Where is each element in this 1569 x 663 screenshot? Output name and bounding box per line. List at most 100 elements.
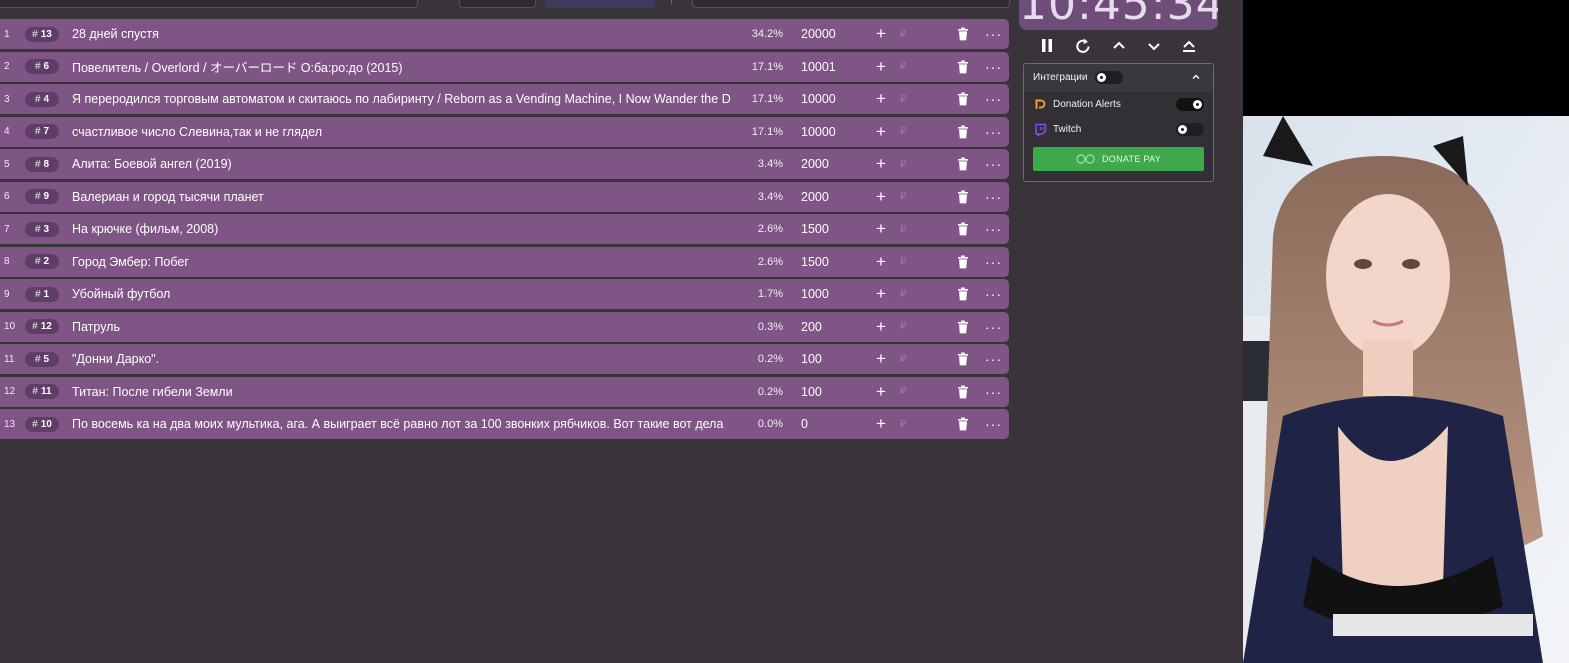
lot-id-badge: #1 [25, 286, 59, 302]
add-amount-button[interactable]: + [873, 90, 889, 107]
add-amount-button[interactable]: + [873, 285, 889, 302]
add-amount-button[interactable]: + [873, 253, 889, 270]
lot-title[interactable]: "Донни Дарко". [72, 352, 737, 366]
lot-title[interactable]: счастливое число Слевина,так и не глядел [72, 125, 737, 139]
top-search-input[interactable] [692, 0, 1010, 8]
donate-pay-icon [1076, 154, 1095, 164]
add-amount-button[interactable]: + [873, 318, 889, 335]
lot-amount[interactable]: 100 [801, 385, 822, 399]
trash-icon[interactable] [957, 190, 969, 204]
add-amount-button[interactable]: + [873, 25, 889, 42]
more-icon[interactable]: ··· [985, 92, 1001, 106]
lot-amount[interactable]: 20000 [801, 27, 836, 41]
donate-pay-button[interactable]: DONATE PAY [1033, 147, 1204, 171]
lot-id-badge: #3 [25, 221, 59, 237]
add-amount-button[interactable]: + [873, 155, 889, 172]
trash-icon[interactable] [957, 157, 969, 171]
lot-title[interactable]: Город Эмбер: Побег [72, 255, 737, 269]
trash-icon[interactable] [957, 287, 969, 301]
chevron-up-icon[interactable] [1191, 72, 1201, 82]
lot-row[interactable]: 13 #10 По восемь ка на два моих мультика… [0, 409, 1009, 439]
trash-icon[interactable] [957, 352, 969, 366]
top-button-active[interactable] [545, 0, 655, 8]
lot-amount[interactable]: 200 [801, 320, 822, 334]
reset-icon[interactable] [1073, 36, 1093, 56]
lot-amount[interactable]: 1000 [801, 287, 829, 301]
lot-row[interactable]: 2 #6 Повелитель / Overlord / オーバーロード О:б… [0, 51, 1009, 82]
trash-icon[interactable] [957, 417, 969, 431]
twitch-toggle[interactable] [1176, 123, 1204, 136]
lot-amount[interactable]: 100 [801, 352, 822, 366]
lot-amount[interactable]: 0 [801, 417, 808, 431]
more-icon[interactable]: ··· [985, 190, 1001, 204]
more-icon[interactable]: ··· [985, 255, 1001, 269]
more-icon[interactable]: ··· [985, 125, 1001, 139]
trash-icon[interactable] [957, 385, 969, 399]
trash-icon[interactable] [957, 125, 969, 139]
more-icon[interactable]: ··· [985, 417, 1001, 431]
lot-amount[interactable]: 10001 [801, 60, 836, 74]
trash-icon[interactable] [957, 92, 969, 106]
lot-amount[interactable]: 2000 [801, 190, 829, 204]
lot-title[interactable]: 28 дней спустя [72, 27, 737, 41]
trash-icon[interactable] [957, 222, 969, 236]
lot-row[interactable]: 6 #9 Валериан и город тысячи планет 3.4%… [0, 181, 1009, 212]
lot-row[interactable]: 10 #12 Патруль 0.3% 200 + ₽ ··· [0, 311, 1009, 342]
add-amount-button[interactable]: + [873, 415, 889, 432]
lot-percent: 2.6% [757, 255, 783, 268]
more-icon[interactable]: ··· [985, 157, 1001, 171]
lot-title[interactable]: Титан: После гибели Земли [72, 385, 737, 399]
eject-icon[interactable] [1179, 36, 1199, 56]
add-amount-button[interactable]: + [873, 220, 889, 237]
donation-alerts-toggle[interactable] [1176, 98, 1204, 111]
trash-icon[interactable] [957, 255, 969, 269]
trash-icon[interactable] [957, 320, 969, 334]
top-input[interactable] [0, 0, 418, 8]
lot-row[interactable]: 11 #5 "Донни Дарко". 0.2% 100 + ₽ ··· [0, 344, 1009, 374]
lot-title[interactable]: Убойный футбол [72, 287, 737, 301]
lot-amount[interactable]: 2000 [801, 157, 829, 171]
top-button[interactable] [459, 0, 536, 8]
lot-row[interactable]: 8 #2 Город Эмбер: Побег 2.6% 1500 + ₽ ··… [0, 246, 1009, 277]
more-icon[interactable]: ··· [985, 287, 1001, 301]
lot-row[interactable]: 5 #8 Алита: Боевой ангел (2019) 3.4% 200… [0, 149, 1009, 179]
lot-amount[interactable]: 10000 [801, 125, 836, 139]
lot-title[interactable]: По восемь ка на два моих мультика, ага. … [72, 417, 737, 431]
integrations-header[interactable]: Интеграции [1024, 64, 1213, 92]
lot-row[interactable]: 1 #13 28 дней спустя 34.2% 20000 + ₽ ··· [0, 19, 1009, 49]
lot-row[interactable]: 12 #11 Титан: После гибели Земли 0.2% 10… [0, 376, 1009, 407]
add-amount-button[interactable]: + [873, 58, 889, 75]
add-amount-button[interactable]: + [873, 123, 889, 140]
lot-title[interactable]: Повелитель / Overlord / オーバーロード О:ба:ро:… [72, 57, 737, 76]
lot-title[interactable]: Я переродился торговым автоматом и скита… [72, 92, 737, 106]
more-icon[interactable]: ··· [985, 320, 1001, 334]
trash-icon[interactable] [957, 60, 969, 74]
more-icon[interactable]: ··· [985, 385, 1001, 399]
add-amount-button[interactable]: + [873, 383, 889, 400]
lot-amount[interactable]: 10000 [801, 92, 836, 106]
integrations-toggle[interactable] [1095, 71, 1123, 84]
lot-index: 6 [4, 191, 10, 202]
lot-title[interactable]: Патруль [72, 320, 737, 334]
trash-icon[interactable] [957, 27, 969, 41]
chevron-down-icon[interactable] [1144, 36, 1164, 56]
add-amount-button[interactable]: + [873, 188, 889, 205]
lot-title[interactable]: На крючке (фильм, 2008) [72, 222, 737, 236]
more-icon[interactable]: ··· [985, 352, 1001, 366]
chevron-up-icon[interactable] [1109, 36, 1129, 56]
more-icon[interactable]: ··· [985, 222, 1001, 236]
lot-row[interactable]: 9 #1 Убойный футбол 1.7% 1000 + ₽ ··· [0, 279, 1009, 309]
pause-icon[interactable] [1037, 36, 1057, 56]
lot-row[interactable]: 3 #4 Я переродился торговым автоматом и … [0, 84, 1009, 114]
lot-row[interactable]: 4 #7 счастливое число Слевина,так и не г… [0, 116, 1009, 147]
lot-percent: 0.2% [757, 353, 783, 365]
more-icon[interactable]: ··· [985, 60, 1001, 74]
lot-title[interactable]: Алита: Боевой ангел (2019) [72, 157, 737, 171]
add-amount-button[interactable]: + [873, 350, 889, 367]
lot-row[interactable]: 7 #3 На крючке (фильм, 2008) 2.6% 1500 +… [0, 214, 1009, 244]
more-icon[interactable]: ··· [985, 27, 1001, 41]
lot-amount[interactable]: 1500 [801, 222, 829, 236]
top-toolbar [0, 0, 1010, 8]
lot-amount[interactable]: 1500 [801, 255, 829, 269]
lot-title[interactable]: Валериан и город тысячи планет [72, 190, 737, 204]
